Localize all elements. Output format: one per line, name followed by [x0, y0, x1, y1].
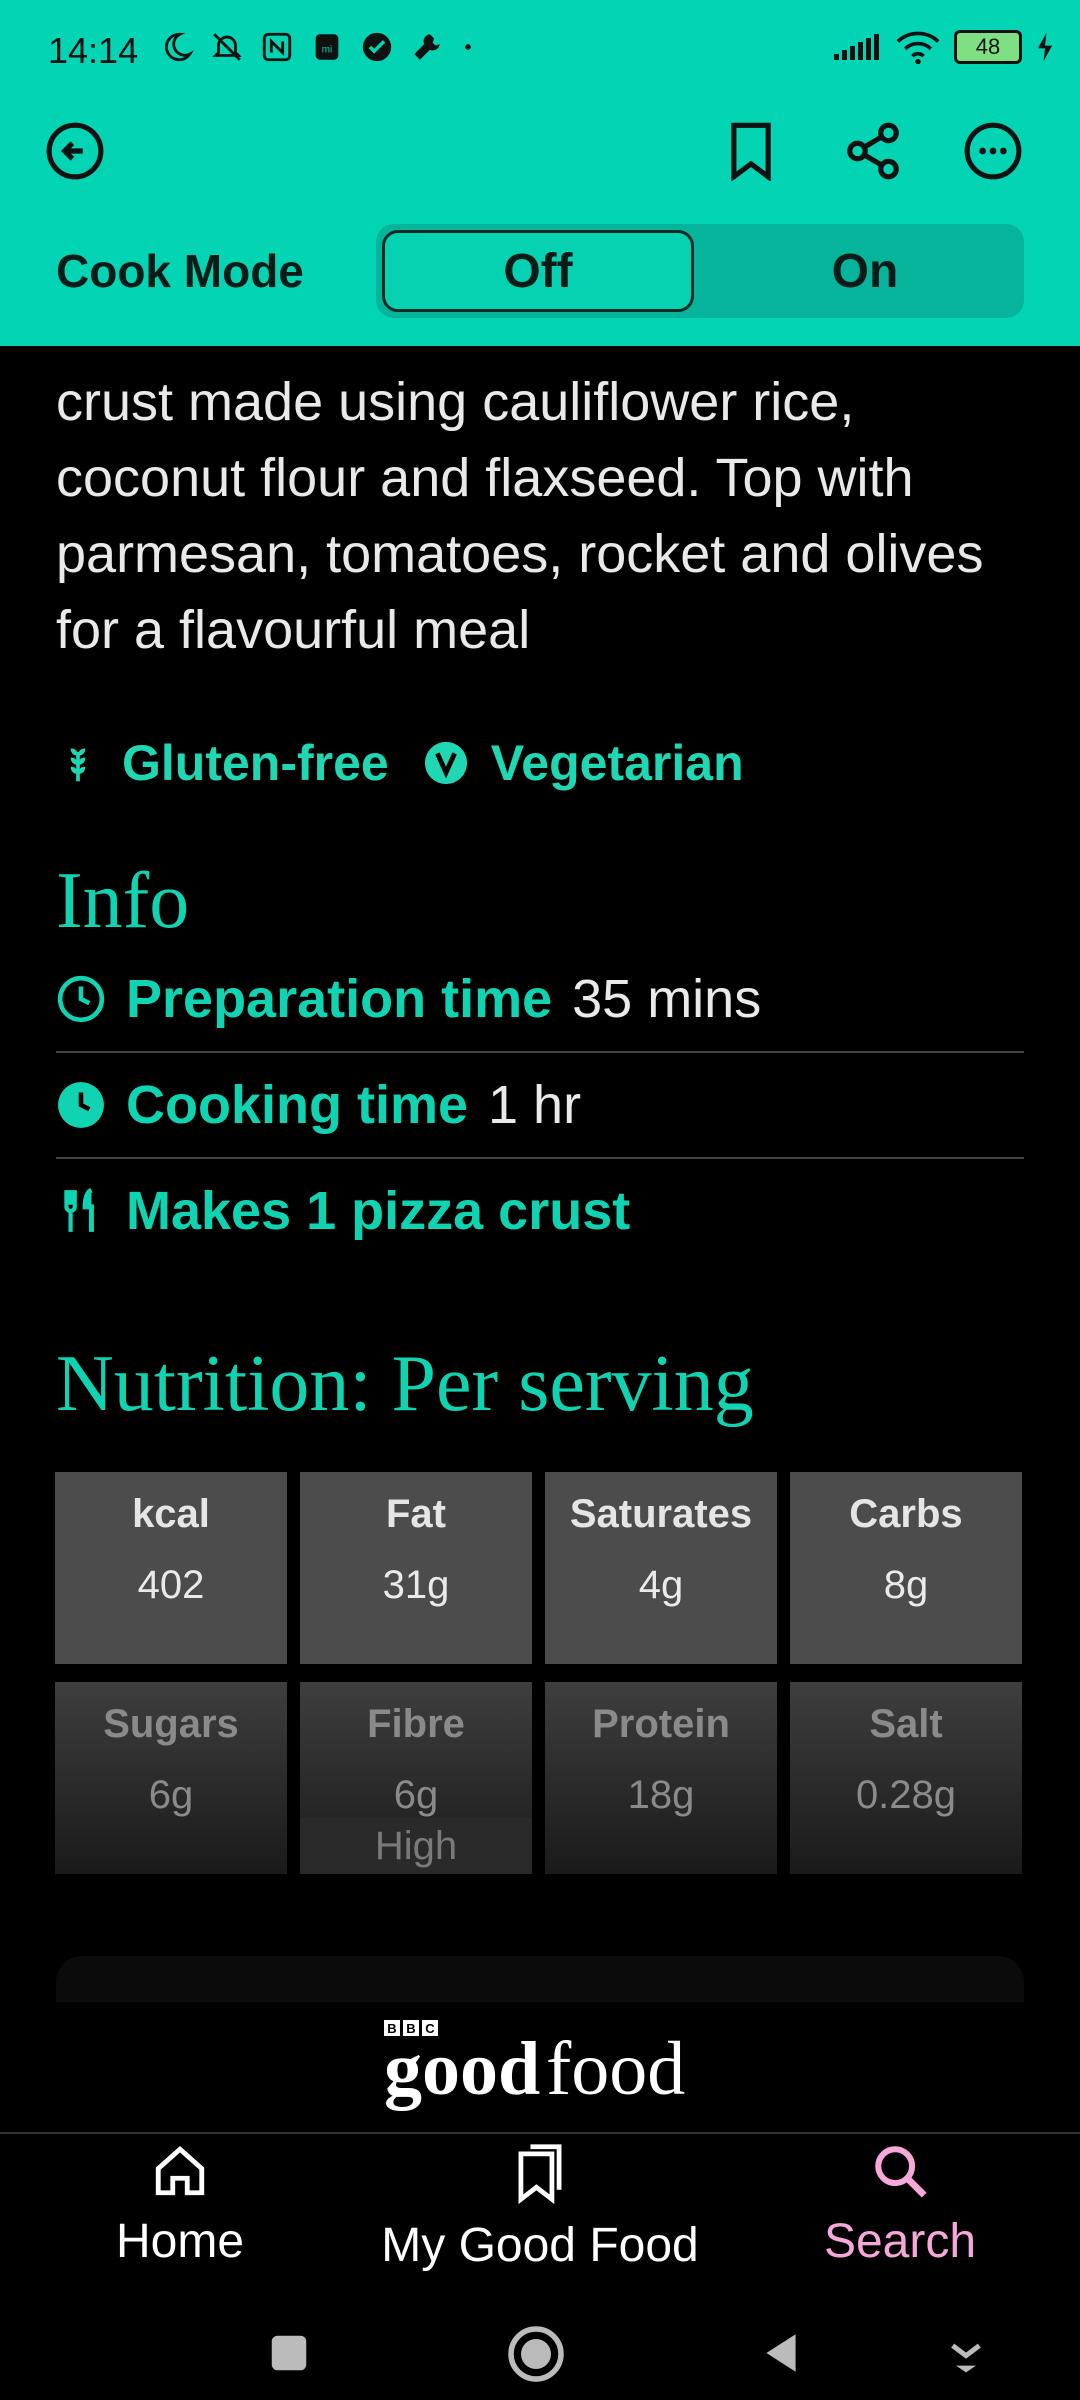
nutrition-value: 0.28g	[855, 1773, 957, 1817]
info-heading: Info	[56, 857, 190, 945]
nutrition-label: kcal	[132, 1492, 210, 1536]
nutrition-label: Carbs	[849, 1492, 963, 1536]
more-options-button[interactable]	[958, 116, 1028, 186]
fibre-high-badge: High	[300, 1818, 532, 1874]
logo-text: good	[384, 2027, 540, 2111]
app-header: 14:14 mi 48 Cook Mode Off On	[0, 0, 1080, 346]
nutrition-label: Fibre	[367, 1702, 465, 1746]
wheat-icon	[70, 748, 86, 782]
recipe-description: crust made using cauliflower rice, cocon…	[56, 372, 984, 660]
nutrition-label: Fat	[386, 1492, 446, 1536]
nfc-icon	[262, 32, 292, 62]
nutrition-card-fibre: Fibre 6g High	[300, 1682, 532, 1874]
nav-home[interactable]: Home	[0, 2142, 360, 2292]
nutrition-grid: kcal 402 Fat 31g Saturates 4g Carbs 8g S…	[55, 1472, 1023, 1892]
toggle-on-option[interactable]: On	[706, 224, 1024, 318]
nav-label: Search	[823, 2215, 977, 2268]
bookmarks-icon	[518, 2144, 562, 2204]
status-right-icons: 48	[832, 30, 1054, 64]
status-time: 14:14	[48, 30, 139, 71]
info-row-preparation: Preparation time 35 mins	[56, 947, 1024, 1053]
status-left-icons: mi	[160, 30, 476, 64]
nutrition-value: 6g	[148, 1773, 194, 1817]
nutrition-value: 4g	[638, 1563, 684, 1607]
recipe-content: crust made using cauliflower rice, cocon…	[56, 346, 1024, 1430]
nutrition-card-salt: Salt 0.28g	[790, 1682, 1022, 1874]
nutrition-value: 18g	[627, 1773, 695, 1817]
nutrition-card-saturates: Saturates 4g	[545, 1472, 777, 1664]
promo-banner	[56, 1956, 1024, 2002]
share-icon	[847, 122, 899, 180]
moon-icon	[165, 32, 194, 62]
bbc-goodfood-logo: B B C good food	[384, 2016, 696, 2112]
cook-mode-toggle[interactable]: Off On	[376, 224, 1024, 318]
info-label: Preparation time	[126, 969, 553, 1029]
home-system-icon[interactable]	[506, 2324, 566, 2384]
cook-mode-label: Cook Mode	[56, 245, 304, 297]
svg-text:mi: mi	[322, 45, 332, 56]
share-button[interactable]	[838, 116, 908, 186]
signal-icon	[834, 34, 879, 60]
logo-text: food	[546, 2027, 685, 2111]
vegetarian-icon	[424, 741, 467, 785]
nav-label: My Good Food	[381, 2219, 699, 2272]
recents-icon[interactable]	[266, 2330, 312, 2376]
wrench-icon	[414, 34, 440, 60]
info-value: 1 hr	[488, 1075, 582, 1135]
nutrition-value: 402	[137, 1563, 205, 1607]
wifi-icon	[896, 31, 940, 64]
tag-label: Vegetarian	[490, 735, 744, 791]
battery-indicator: 48	[954, 30, 1022, 64]
nutrition-label: Saturates	[569, 1492, 753, 1536]
info-label: Makes 1 pizza crust	[126, 1181, 631, 1241]
nutrition-card-fat: Fat 31g	[300, 1472, 532, 1664]
nutrition-heading: Nutrition: Per serving	[56, 1340, 754, 1428]
nutrition-card-sugars: Sugars 6g	[55, 1682, 287, 1874]
bookmark-button[interactable]	[716, 116, 786, 186]
tag-vegetarian[interactable]: Vegetarian	[423, 734, 744, 792]
diet-tags: Gluten-free Vegetarian	[56, 734, 1024, 792]
charging-icon	[1037, 32, 1053, 62]
mi-icon: mi	[315, 34, 339, 60]
check-circle-icon	[362, 32, 392, 62]
nutrition-value: 8g	[883, 1563, 929, 1607]
bell-muted-icon	[212, 33, 242, 61]
bottom-navigation: Home My Good Food Search	[0, 2134, 1080, 2300]
search-icon	[875, 2146, 927, 2198]
nav-label: Home	[115, 2215, 245, 2268]
nutrition-value: 6g	[393, 1773, 439, 1817]
clock-filled-icon	[58, 1082, 104, 1128]
back-arrow-icon	[46, 122, 104, 180]
nutrition-card-carbs: Carbs 8g	[790, 1472, 1022, 1664]
cutlery-icon	[64, 1187, 94, 1232]
nutrition-label: Sugars	[103, 1702, 239, 1746]
expand-system-icon[interactable]	[946, 2332, 986, 2376]
tag-gluten-free[interactable]: Gluten-free	[56, 734, 389, 792]
nutrition-label: Salt	[869, 1702, 943, 1746]
system-nav-bar	[0, 2300, 1080, 2400]
info-label: Cooking time	[126, 1075, 469, 1135]
nutrition-card-kcal: kcal 402	[55, 1472, 287, 1664]
status-bar: 14:14 mi 48	[0, 0, 1080, 100]
info-row-makes: Makes 1 pizza crust	[56, 1159, 1024, 1263]
info-value: 35 mins	[572, 969, 762, 1029]
clock-outline-icon	[57, 975, 105, 1023]
toggle-off-option[interactable]: Off	[382, 230, 694, 312]
dot-icon	[465, 44, 471, 50]
back-button[interactable]	[40, 116, 110, 186]
back-system-icon[interactable]	[756, 2328, 806, 2378]
nutrition-label: Protein	[592, 1702, 730, 1746]
home-icon	[155, 2146, 205, 2196]
tag-label: Gluten-free	[122, 735, 389, 791]
bookmark-icon	[731, 122, 771, 181]
info-row-cooking: Cooking time 1 hr	[56, 1053, 1024, 1159]
nutrition-value: 31g	[382, 1563, 450, 1607]
nav-search[interactable]: Search	[720, 2142, 1080, 2292]
nav-my-good-food[interactable]: My Good Food	[360, 2142, 720, 2292]
nutrition-card-protein: Protein 18g	[545, 1682, 777, 1874]
more-icon	[964, 122, 1022, 180]
